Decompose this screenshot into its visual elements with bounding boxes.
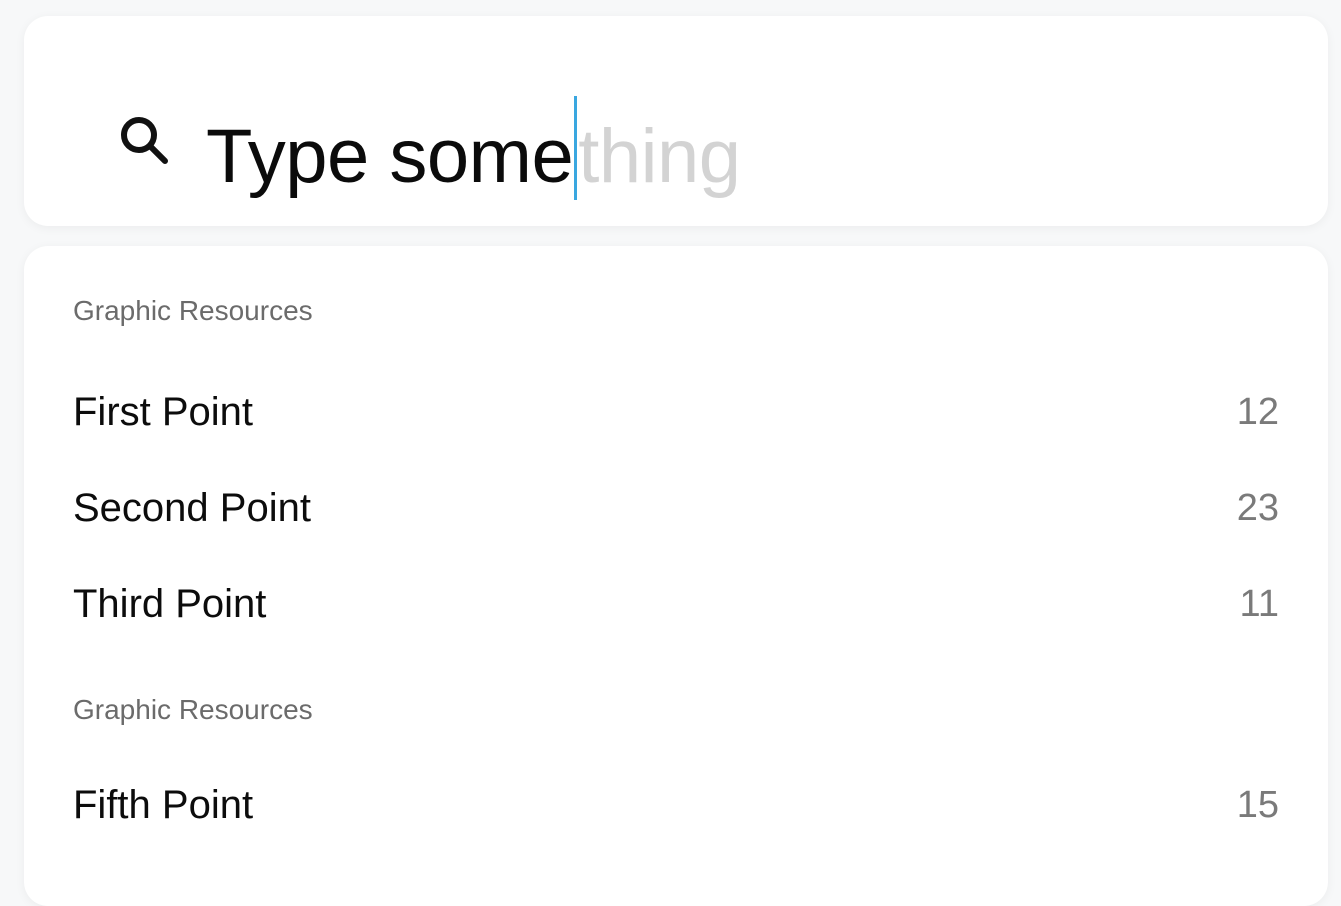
- list-item-count: 15: [1236, 784, 1279, 826]
- search-typed-text: Type some: [206, 114, 574, 199]
- results-panel: Graphic Resources First Point 12 Second …: [24, 246, 1328, 906]
- search-icon: [121, 117, 168, 164]
- list-item[interactable]: Second Point 23: [73, 480, 1279, 536]
- list-item-label: Second Point: [73, 486, 311, 530]
- list-item[interactable]: First Point 12: [73, 384, 1279, 440]
- list-item-count: 12: [1236, 391, 1279, 433]
- section-header: Graphic Resources: [73, 295, 313, 326]
- list-item-label: First Point: [73, 390, 254, 434]
- search-bar[interactable]: Type something: [24, 16, 1328, 226]
- list-item[interactable]: Third Point 11: [73, 576, 1279, 632]
- list-item-label: Third Point: [73, 582, 267, 626]
- search-input[interactable]: Type something: [206, 96, 741, 201]
- list-item-count: 23: [1236, 487, 1279, 529]
- list-item[interactable]: Fifth Point 15: [73, 777, 1279, 833]
- section-header: Graphic Resources: [73, 694, 313, 725]
- list-item-label: Fifth Point: [73, 783, 254, 827]
- search-autocomplete-suggestion: thing: [578, 114, 741, 199]
- list-item-count: 11: [1239, 583, 1279, 625]
- text-caret: [574, 96, 578, 200]
